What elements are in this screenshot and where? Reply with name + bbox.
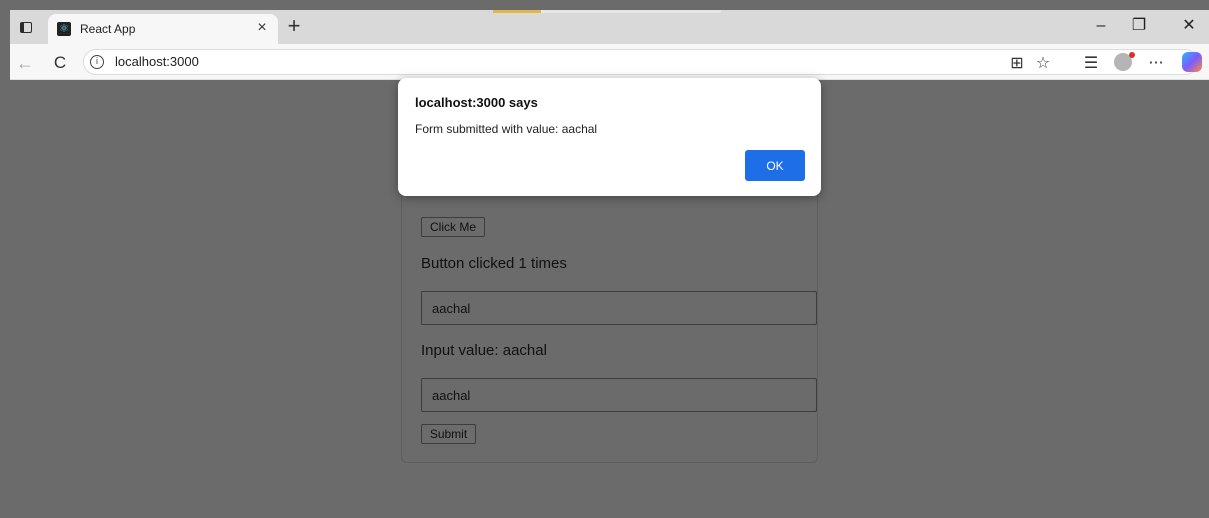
- copilot-icon[interactable]: [1182, 52, 1202, 72]
- site-info-icon[interactable]: i: [90, 55, 104, 69]
- favorite-star-icon[interactable]: ☆: [1032, 52, 1054, 74]
- alert-title: localhost:3000 says: [415, 95, 538, 110]
- title-bar-strip: [541, 10, 721, 13]
- ok-button[interactable]: OK: [745, 150, 805, 181]
- click-count-text: Button clicked 1 times: [421, 255, 567, 272]
- text-input[interactable]: [421, 291, 817, 325]
- refresh-icon[interactable]: C: [49, 52, 71, 74]
- collections-icon[interactable]: ☰: [1080, 52, 1102, 74]
- tab-close-icon[interactable]: ×: [254, 20, 270, 36]
- alert-message: Form submitted with value: aachal: [415, 122, 598, 136]
- tab-title: React App: [80, 22, 136, 36]
- close-window-button[interactable]: ✕: [1174, 14, 1204, 38]
- tab-actions-button[interactable]: [10, 10, 42, 44]
- restore-button[interactable]: ❐: [1124, 14, 1154, 38]
- form-input[interactable]: [421, 378, 817, 412]
- click-me-button[interactable]: Click Me: [421, 217, 485, 237]
- react-logo-icon: ⚛: [57, 22, 71, 36]
- profile-notification-dot: [1129, 52, 1135, 58]
- title-bar-accent: [493, 10, 541, 13]
- url-text[interactable]: localhost:3000: [115, 54, 199, 69]
- browser-tab[interactable]: ⚛ React App ×: [48, 14, 278, 44]
- minimize-button[interactable]: –: [1086, 14, 1116, 38]
- vertical-tabs-icon: [20, 21, 32, 33]
- split-screen-icon[interactable]: ⊞: [1006, 52, 1028, 74]
- back-icon[interactable]: ←: [14, 52, 36, 74]
- more-options-icon[interactable]: ···: [1145, 52, 1167, 74]
- new-tab-button[interactable]: +: [281, 14, 307, 40]
- address-bar[interactable]: [83, 49, 1198, 75]
- submit-button[interactable]: Submit: [421, 424, 476, 444]
- input-value-text: Input value: aachal: [421, 342, 547, 359]
